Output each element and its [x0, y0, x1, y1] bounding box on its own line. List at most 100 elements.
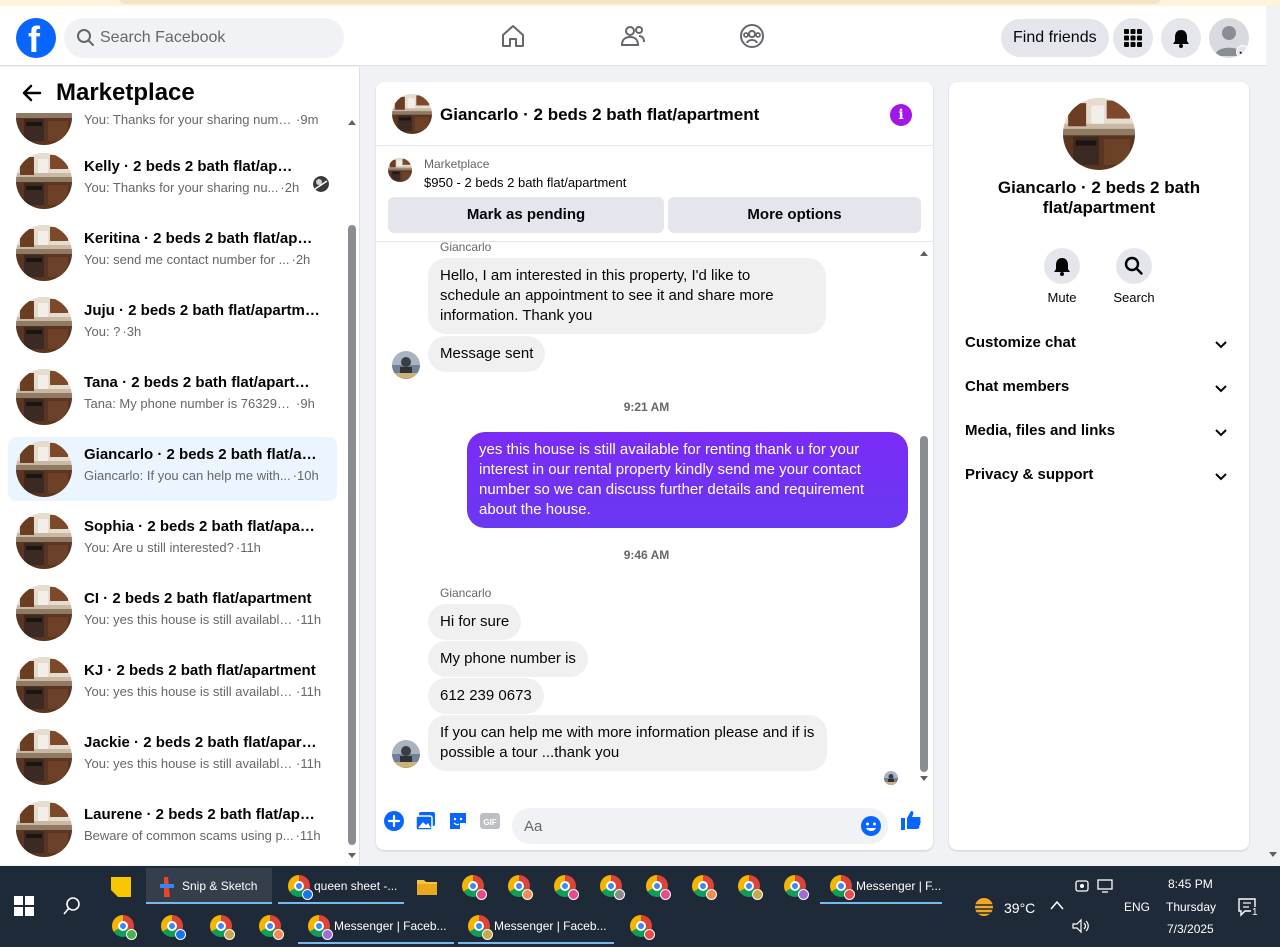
conversation-item[interactable]: Juju · 2 beds 2 bath flat/apartment You:… [8, 293, 337, 357]
clock-date[interactable]: 7/3/2025 [1167, 922, 1214, 936]
photo-icon[interactable] [415, 810, 437, 832]
chrome-profile-9[interactable] [102, 910, 142, 946]
conversation-item[interactable]: CI · 2 beds 2 bath flat/apartment You: y… [8, 581, 337, 645]
thumbs-up-icon[interactable] [899, 808, 923, 832]
chrome-window-messenger-3[interactable]: Messenger | Faceb... [458, 908, 614, 944]
chevron-down-icon [1215, 341, 1227, 349]
chrome-profile-1[interactable] [452, 868, 492, 904]
info-button[interactable]: i [890, 104, 912, 126]
chrome-profile-10[interactable] [151, 910, 191, 946]
windows-taskbar: Snip & Sketch queen sheet -... Messenger… [0, 866, 1280, 947]
conversation-item[interactable]: Keritina · 2 beds 2 bath flat/apartment … [8, 221, 337, 285]
conversation-item[interactable]: Kelly · 2 beds 2 bath flat/apartment You… [8, 149, 337, 213]
menu-button[interactable] [1113, 18, 1153, 58]
volume-icon[interactable] [1072, 918, 1090, 934]
chrome-profile-4[interactable] [590, 868, 630, 904]
scroll-up-icon[interactable] [920, 250, 928, 256]
listing-price[interactable]: $950 - 2 beds 2 bath flat/apartment [424, 175, 626, 190]
gif-icon[interactable]: GIF [479, 810, 501, 832]
chrome-profile-12[interactable] [249, 910, 289, 946]
plus-icon[interactable] [383, 810, 405, 832]
find-friends-button[interactable]: Find friends [1001, 19, 1109, 57]
search-input[interactable] [100, 18, 330, 58]
chrome-profile-5[interactable] [636, 868, 676, 904]
windows-start-icon[interactable] [14, 896, 34, 916]
sidebar-scrollbar[interactable] [345, 113, 359, 865]
incoming-message[interactable]: My phone number is [428, 641, 588, 677]
chrome-window-messenger-1[interactable]: Messenger | F... [820, 868, 942, 904]
page-scrollbar[interactable] [1266, 6, 1280, 866]
listing-thumbnail[interactable] [392, 94, 432, 134]
notification-count: 1 [1251, 907, 1259, 918]
groups-icon[interactable] [738, 22, 766, 50]
incoming-message[interactable]: Hi for sure [428, 604, 522, 640]
scrollbar-thumb[interactable] [920, 436, 928, 772]
chrome-profile-7[interactable] [728, 868, 768, 904]
chrome-profile-6[interactable] [682, 868, 722, 904]
incoming-message[interactable]: Message sent [428, 336, 546, 372]
conversation-item[interactable]: KJ · 2 beds 2 bath flat/apartment You: y… [8, 653, 337, 717]
language-indicator[interactable]: ENG [1124, 900, 1150, 914]
incoming-message[interactable]: If you can help me with more information… [428, 715, 827, 771]
chrome-profile-3[interactable] [544, 868, 584, 904]
conversation-item[interactable]: Sophia · 2 beds 2 bath flat/apartment Yo… [8, 509, 337, 573]
chrome-profile-13[interactable] [620, 910, 660, 946]
meet-now-icon[interactable] [1074, 878, 1090, 894]
chrome-profile-11[interactable] [200, 910, 240, 946]
media-files-links-section[interactable]: Media, files and links [965, 420, 1233, 444]
notifications-button[interactable] [1161, 18, 1201, 58]
conversation-item[interactable]: Jackie · 2 beds 2 bath flat/apartment Yo… [8, 725, 337, 789]
chrome-profile-2[interactable] [498, 868, 538, 904]
search-in-chat-button[interactable]: Search [1104, 248, 1164, 305]
message-field[interactable] [512, 808, 888, 844]
friends-icon[interactable] [619, 22, 647, 50]
message-sender: Giancarlo [440, 586, 492, 600]
conversation-item-active[interactable]: Giancarlo · 2 beds 2 bath flat/apartment… [8, 437, 337, 501]
more-options-button[interactable]: More options [668, 197, 921, 233]
folder-icon [417, 880, 437, 895]
customize-chat-section[interactable]: Customize chat [965, 332, 1233, 356]
sticky-notes-app[interactable] [100, 868, 140, 904]
sender-avatar[interactable] [392, 351, 420, 379]
home-icon[interactable] [499, 22, 527, 50]
chevron-up-icon[interactable] [1050, 900, 1064, 910]
outgoing-message[interactable]: yes this house is still available for re… [467, 432, 908, 528]
sticky-notes-icon [111, 877, 131, 897]
incoming-message[interactable]: Hello, I am interested in this property,… [428, 258, 826, 334]
back-arrow-icon[interactable] [22, 83, 42, 103]
privacy-support-section[interactable]: Privacy & support [965, 464, 1233, 488]
search-box[interactable] [64, 18, 344, 58]
clock-time[interactable]: 8:45 PM [1168, 877, 1213, 891]
listing-thumbnail-large[interactable] [1063, 98, 1135, 170]
mute-button[interactable]: Mute [1032, 248, 1092, 305]
chat-title[interactable]: Giancarlo · 2 beds 2 bath flat/apartment [440, 105, 759, 125]
network-icon[interactable] [1097, 878, 1115, 894]
scroll-down-icon[interactable] [348, 853, 356, 859]
scrollbar-thumb[interactable] [348, 225, 356, 845]
account-avatar[interactable] [1209, 18, 1249, 58]
conversation-item[interactable]: Laurene · 2 beds 2 bath flat/apartment B… [8, 797, 337, 861]
weather-sun-icon[interactable] [972, 896, 996, 918]
chrome-window-queen-sheet[interactable]: queen sheet -... [278, 868, 404, 904]
chrome-window-messenger-2[interactable]: Messenger | Faceb... [298, 908, 454, 944]
sender-avatar[interactable] [392, 740, 420, 768]
weather-temp[interactable]: 39°C [1004, 900, 1035, 916]
scroll-up-icon[interactable] [348, 119, 356, 125]
mark-as-pending-button[interactable]: Mark as pending [388, 197, 664, 233]
incoming-message[interactable]: 612 239 0673 [428, 678, 544, 714]
snip-sketch-app[interactable]: Snip & Sketch [146, 868, 272, 904]
scroll-down-icon[interactable] [920, 776, 928, 782]
message-input[interactable] [524, 808, 844, 844]
sticker-icon[interactable] [447, 810, 469, 832]
chrome-profile-8[interactable] [774, 868, 814, 904]
clock-day[interactable]: Thursday [1166, 900, 1216, 914]
taskbar-search-icon[interactable] [62, 896, 82, 916]
scroll-down-icon[interactable] [1269, 852, 1277, 858]
conversation-item[interactable]: Tana · 2 beds 2 bath flat/apartment Tana… [8, 365, 337, 429]
chat-members-section[interactable]: Chat members [965, 376, 1233, 400]
chevron-down-icon [1215, 473, 1227, 481]
facebook-logo[interactable]: f [16, 18, 56, 60]
file-explorer-app[interactable] [406, 868, 446, 904]
emoji-icon[interactable] [860, 815, 882, 837]
chat-scrollbar[interactable] [917, 242, 931, 788]
